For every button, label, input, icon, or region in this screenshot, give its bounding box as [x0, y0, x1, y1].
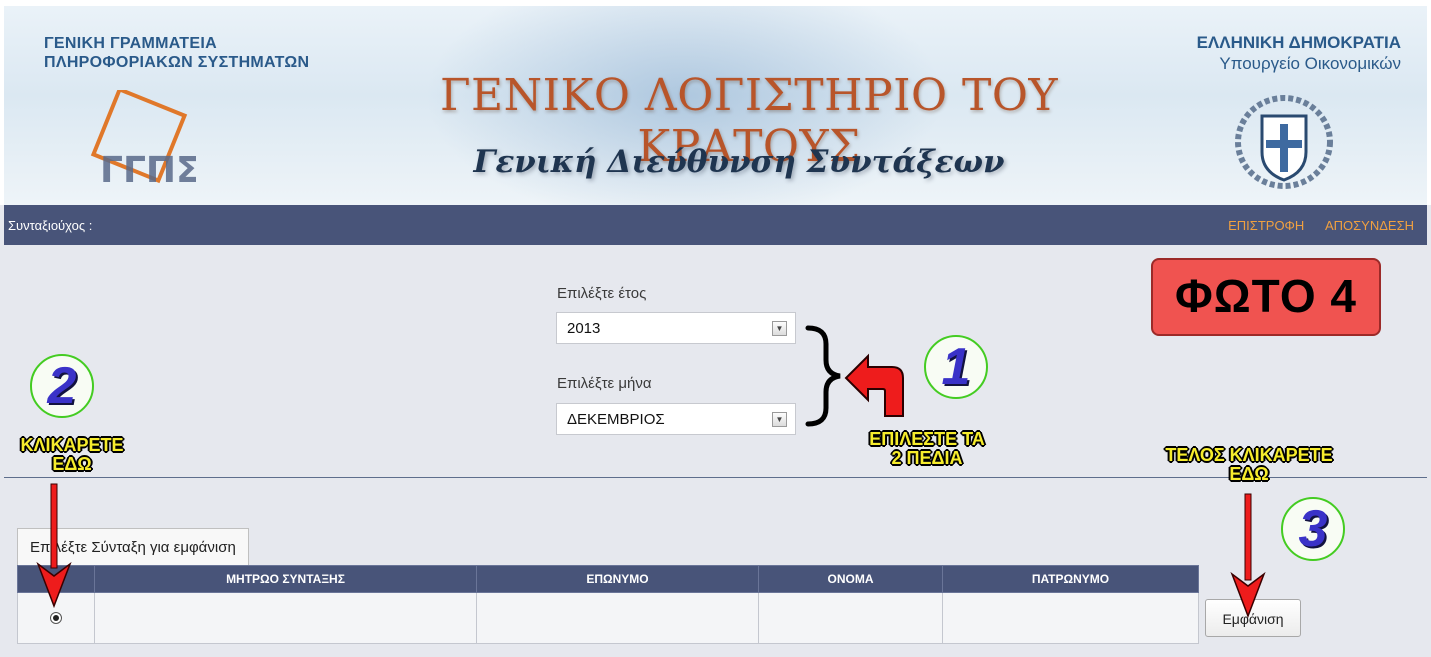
- red-arrow-down-icon: [1230, 493, 1266, 619]
- brace-icon: [805, 325, 841, 427]
- annotation-overlay: [36, 325, 1266, 619]
- red-arrow-down-icon: [36, 483, 72, 609]
- red-arrow-left-icon: [844, 353, 904, 417]
